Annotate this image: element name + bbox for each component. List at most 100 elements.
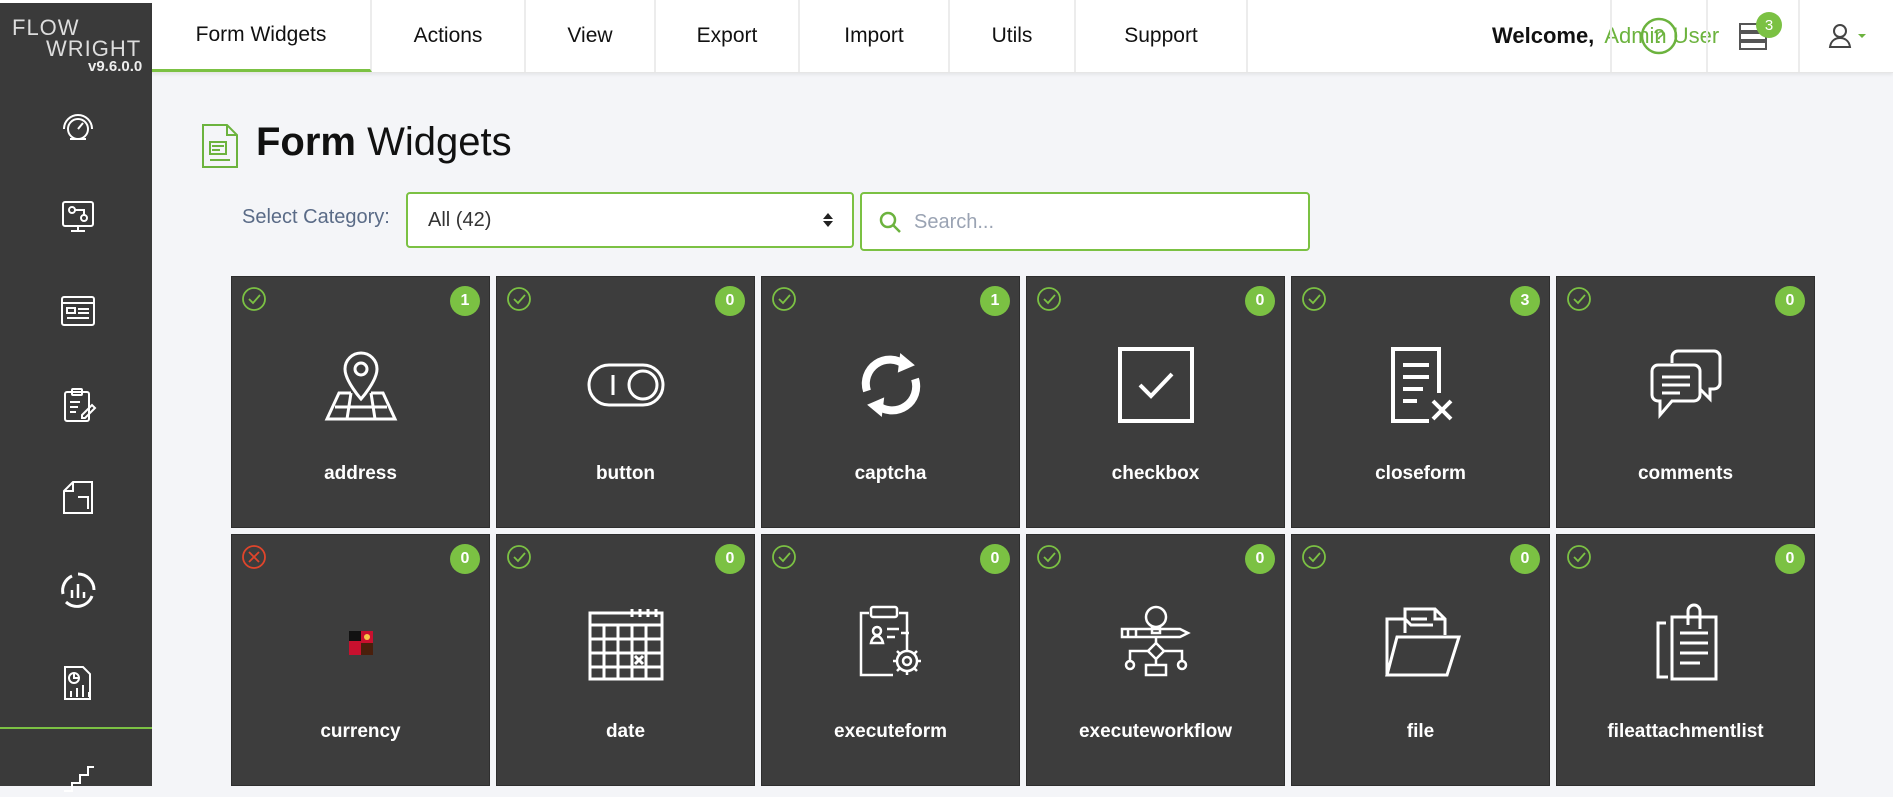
error-circle-icon — [242, 545, 266, 569]
check-circle-icon — [507, 545, 531, 569]
logo-text-line2: WRIGHT — [46, 36, 142, 61]
check-circle-icon — [1302, 287, 1326, 311]
workflow-design-icon[interactable] — [56, 195, 100, 239]
category-select[interactable]: All (42) — [406, 192, 854, 248]
attachment-list-icon — [1644, 601, 1728, 685]
form-list-icon[interactable] — [56, 289, 100, 333]
usage-count-badge: 0 — [715, 286, 745, 316]
report-chart-icon[interactable] — [56, 661, 100, 705]
usage-count-badge: 0 — [1245, 544, 1275, 574]
page-title-bold: Form — [256, 120, 356, 164]
svg-text:?: ? — [1653, 26, 1664, 48]
app-version: v9.6.0.0 — [88, 58, 143, 75]
dashboard-gauge-icon[interactable] — [56, 103, 100, 147]
calendar-icon — [584, 601, 668, 685]
usage-count-badge: 1 — [450, 286, 480, 316]
widget-name: closeform — [1375, 463, 1466, 484]
search-box — [860, 192, 1310, 251]
usage-count-badge: 0 — [1245, 286, 1275, 316]
widget-name: comments — [1637, 463, 1734, 484]
widget-name: executeworkflow — [1078, 721, 1233, 742]
user-icon — [1828, 24, 1851, 48]
top-navigation: Form Widgets Actions View Export Import … — [152, 0, 1893, 73]
tab-export[interactable]: Export — [656, 0, 800, 72]
check-circle-icon — [1567, 545, 1591, 569]
widget-card-fileattachmentlist[interactable]: 0 fileattachmentlist — [1556, 534, 1815, 786]
usage-count-badge: 0 — [1775, 544, 1805, 574]
check-circle-icon — [1302, 545, 1326, 569]
analytics-icon[interactable] — [56, 568, 100, 612]
toggle-button-icon — [584, 343, 668, 427]
form-widgets-title-icon — [200, 122, 240, 175]
widget-name: executeform — [834, 721, 947, 742]
clipboard-edit-icon[interactable] — [56, 383, 100, 427]
check-circle-icon — [242, 287, 266, 311]
sidebar: FLOW WRIGHT v9.6.0.0 — [0, 0, 152, 792]
widget-name: file — [1406, 721, 1435, 742]
widget-card-date[interactable]: 0 date — [496, 534, 755, 786]
widget-name: currency — [320, 721, 401, 742]
help-button[interactable]: ? — [1610, 0, 1706, 72]
close-document-icon — [1379, 343, 1463, 427]
search-input[interactable] — [912, 206, 1296, 238]
notifications-button[interactable]: 3 — [1706, 0, 1798, 72]
widget-card-executeworkflow[interactable]: 0 executeworkflow — [1026, 534, 1285, 786]
broken-image-icon — [319, 601, 403, 685]
usage-count-badge: 0 — [1775, 286, 1805, 316]
check-circle-icon — [1037, 545, 1061, 569]
check-circle-icon — [507, 287, 531, 311]
widget-card-closeform[interactable]: 3 closeform — [1291, 276, 1550, 528]
usage-count-badge: 0 — [450, 544, 480, 574]
widget-card-captcha[interactable]: 1 captcha — [761, 276, 1020, 528]
map-pin-icon — [319, 343, 403, 427]
widget-card-button[interactable]: 0 button — [496, 276, 755, 528]
widget-card-file[interactable]: 0 file — [1291, 534, 1550, 786]
category-select-value: All (42) — [428, 208, 492, 231]
page-title: Form Widgets — [256, 120, 512, 165]
widgets-grid: 1 address 0 button 1 captcha 0 checkbox … — [231, 276, 1823, 786]
chevron-down-icon — [1857, 34, 1866, 38]
check-circle-icon — [772, 545, 796, 569]
workflow-idea-icon — [1114, 601, 1198, 685]
widget-name: address — [324, 463, 397, 484]
check-circle-icon — [1567, 287, 1591, 311]
category-label: Select Category: — [242, 206, 390, 228]
widget-name: checkbox — [1111, 463, 1200, 484]
widget-card-comments[interactable]: 0 comments — [1556, 276, 1815, 528]
refresh-icon — [849, 343, 933, 427]
comments-icon — [1644, 343, 1728, 427]
check-circle-icon — [1037, 287, 1061, 311]
widget-name: date — [605, 721, 646, 742]
tab-support[interactable]: Support — [1076, 0, 1248, 72]
folder-icon — [1379, 601, 1463, 685]
widget-name: button — [595, 463, 656, 484]
usage-count-badge: 0 — [715, 544, 745, 574]
widget-card-executeform[interactable]: 0 executeform — [761, 534, 1020, 786]
sidebar-divider — [0, 727, 152, 729]
tab-actions[interactable]: Actions — [372, 0, 526, 72]
tab-form-widgets[interactable]: Form Widgets — [152, 0, 372, 72]
select-arrows-icon — [823, 213, 833, 227]
document-icon[interactable] — [56, 475, 100, 519]
usage-count-badge: 3 — [1510, 286, 1540, 316]
widget-card-address[interactable]: 1 address — [231, 276, 490, 528]
usage-count-badge: 0 — [1510, 544, 1540, 574]
widget-card-currency[interactable]: 0 currency — [231, 534, 490, 786]
widget-name: captcha — [854, 463, 927, 484]
widget-name: fileattachmentlist — [1607, 721, 1764, 742]
tab-import[interactable]: Import — [800, 0, 950, 72]
check-circle-icon — [772, 287, 796, 311]
usage-count-badge: 1 — [980, 286, 1010, 316]
user-menu-button[interactable] — [1798, 0, 1893, 72]
search-icon — [879, 211, 901, 233]
usage-count-badge: 0 — [980, 544, 1010, 574]
stairs-icon[interactable] — [56, 753, 100, 797]
welcome-text: Welcome, — [1492, 23, 1595, 48]
widget-card-checkbox[interactable]: 0 checkbox — [1026, 276, 1285, 528]
tab-utils[interactable]: Utils — [950, 0, 1076, 72]
question-circle-icon: ? — [1640, 17, 1678, 55]
checkbox-icon — [1114, 343, 1198, 427]
notifications-count-badge: 3 — [1756, 12, 1782, 38]
tab-view[interactable]: View — [526, 0, 656, 72]
app-logo[interactable]: FLOW WRIGHT v9.6.0.0 — [12, 17, 142, 75]
